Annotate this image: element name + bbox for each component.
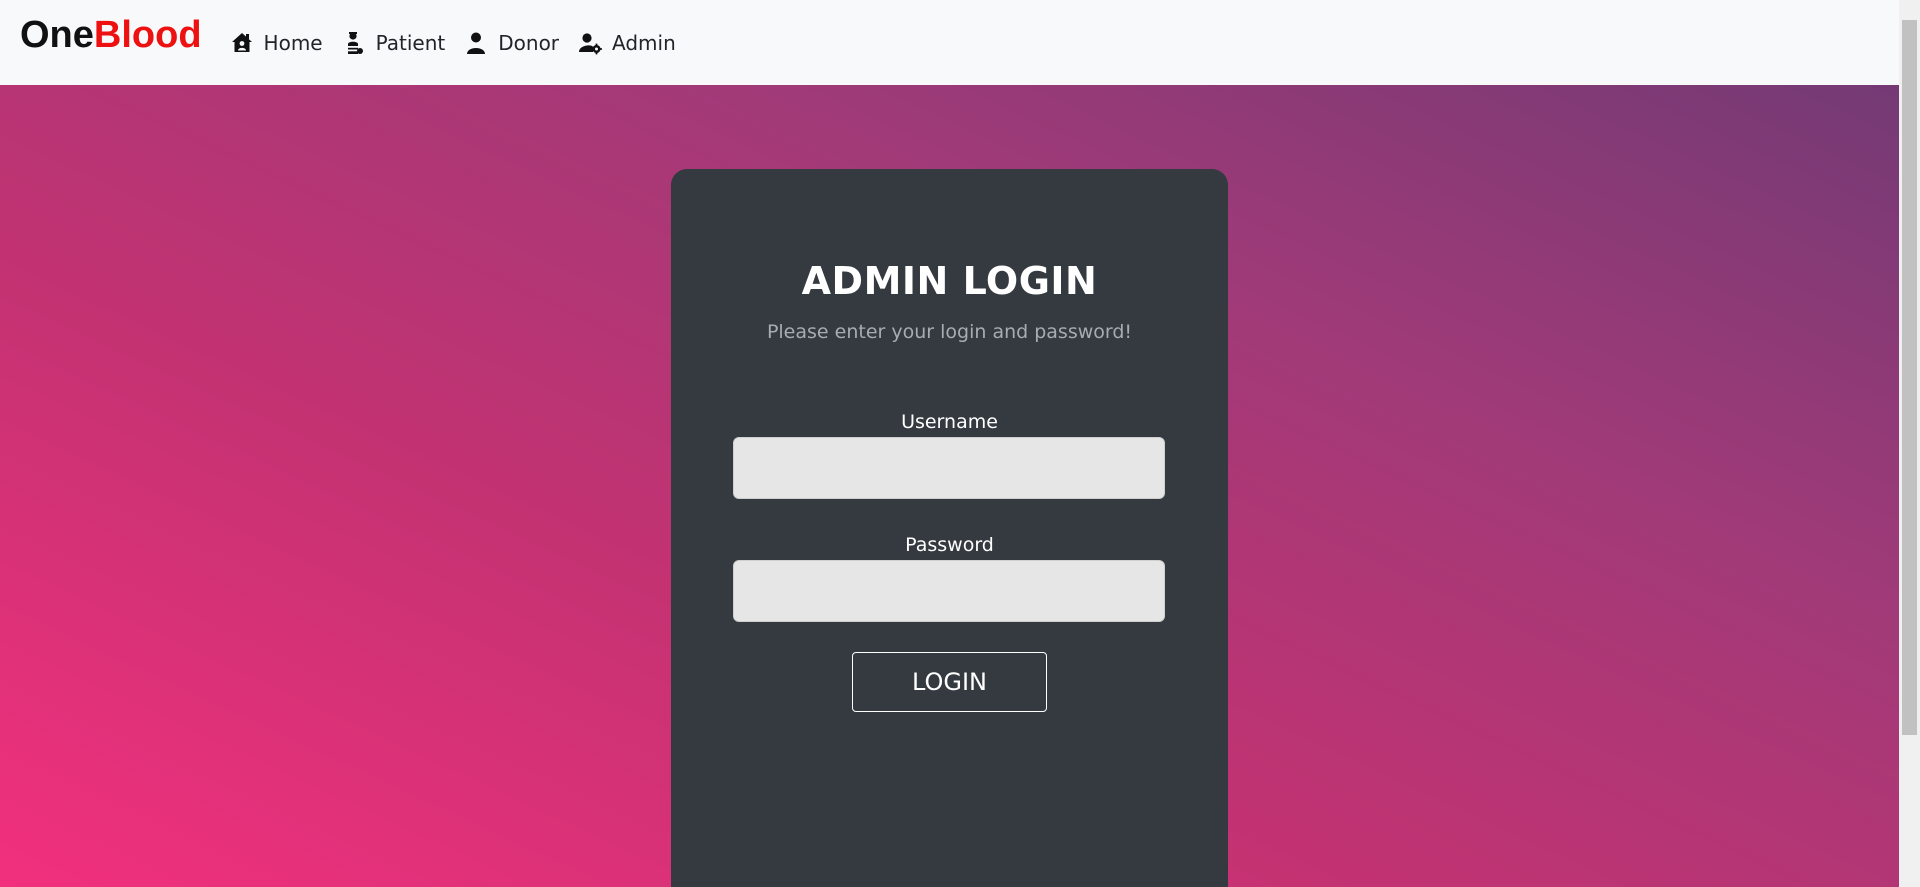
login-title: ADMIN LOGIN (801, 259, 1098, 303)
brand-logo[interactable]: OneBlood (20, 14, 202, 57)
password-input[interactable] (733, 560, 1165, 622)
page: OneBlood Home Patient Donor Admin ADMIN … (0, 0, 1920, 887)
user-gear-icon (579, 32, 602, 54)
top-navbar: OneBlood Home Patient Donor Admin (0, 0, 1899, 85)
scrollbar-thumb[interactable] (1902, 20, 1917, 735)
admin-login-card: ADMIN LOGIN Please enter your login and … (671, 169, 1228, 887)
nav-item-donor[interactable]: Donor (464, 31, 559, 55)
nav-item-patient[interactable]: Patient (342, 30, 446, 55)
patient-icon (347, 31, 363, 54)
password-label: Password (905, 534, 994, 556)
vertical-scrollbar[interactable] (1899, 0, 1920, 887)
nav-item-label: Home (263, 30, 323, 55)
nav-item-home[interactable]: Home (230, 31, 323, 55)
login-subtitle: Please enter your login and password! (766, 321, 1133, 343)
username-label: Username (901, 411, 998, 433)
username-input[interactable] (733, 437, 1165, 499)
nav-item-admin[interactable]: Admin (578, 31, 676, 55)
nav-item-label: Donor (498, 30, 560, 55)
user-icon (467, 32, 486, 54)
nav-item-label: Patient (375, 30, 446, 55)
brand-part-one: One (20, 14, 94, 56)
login-button[interactable]: LOGIN (852, 652, 1047, 712)
house-user-icon (231, 32, 252, 52)
nav-item-label: Admin (612, 30, 676, 55)
nav-menu: Home Patient Donor Admin (230, 31, 695, 55)
brand-part-blood: Blood (93, 14, 202, 56)
